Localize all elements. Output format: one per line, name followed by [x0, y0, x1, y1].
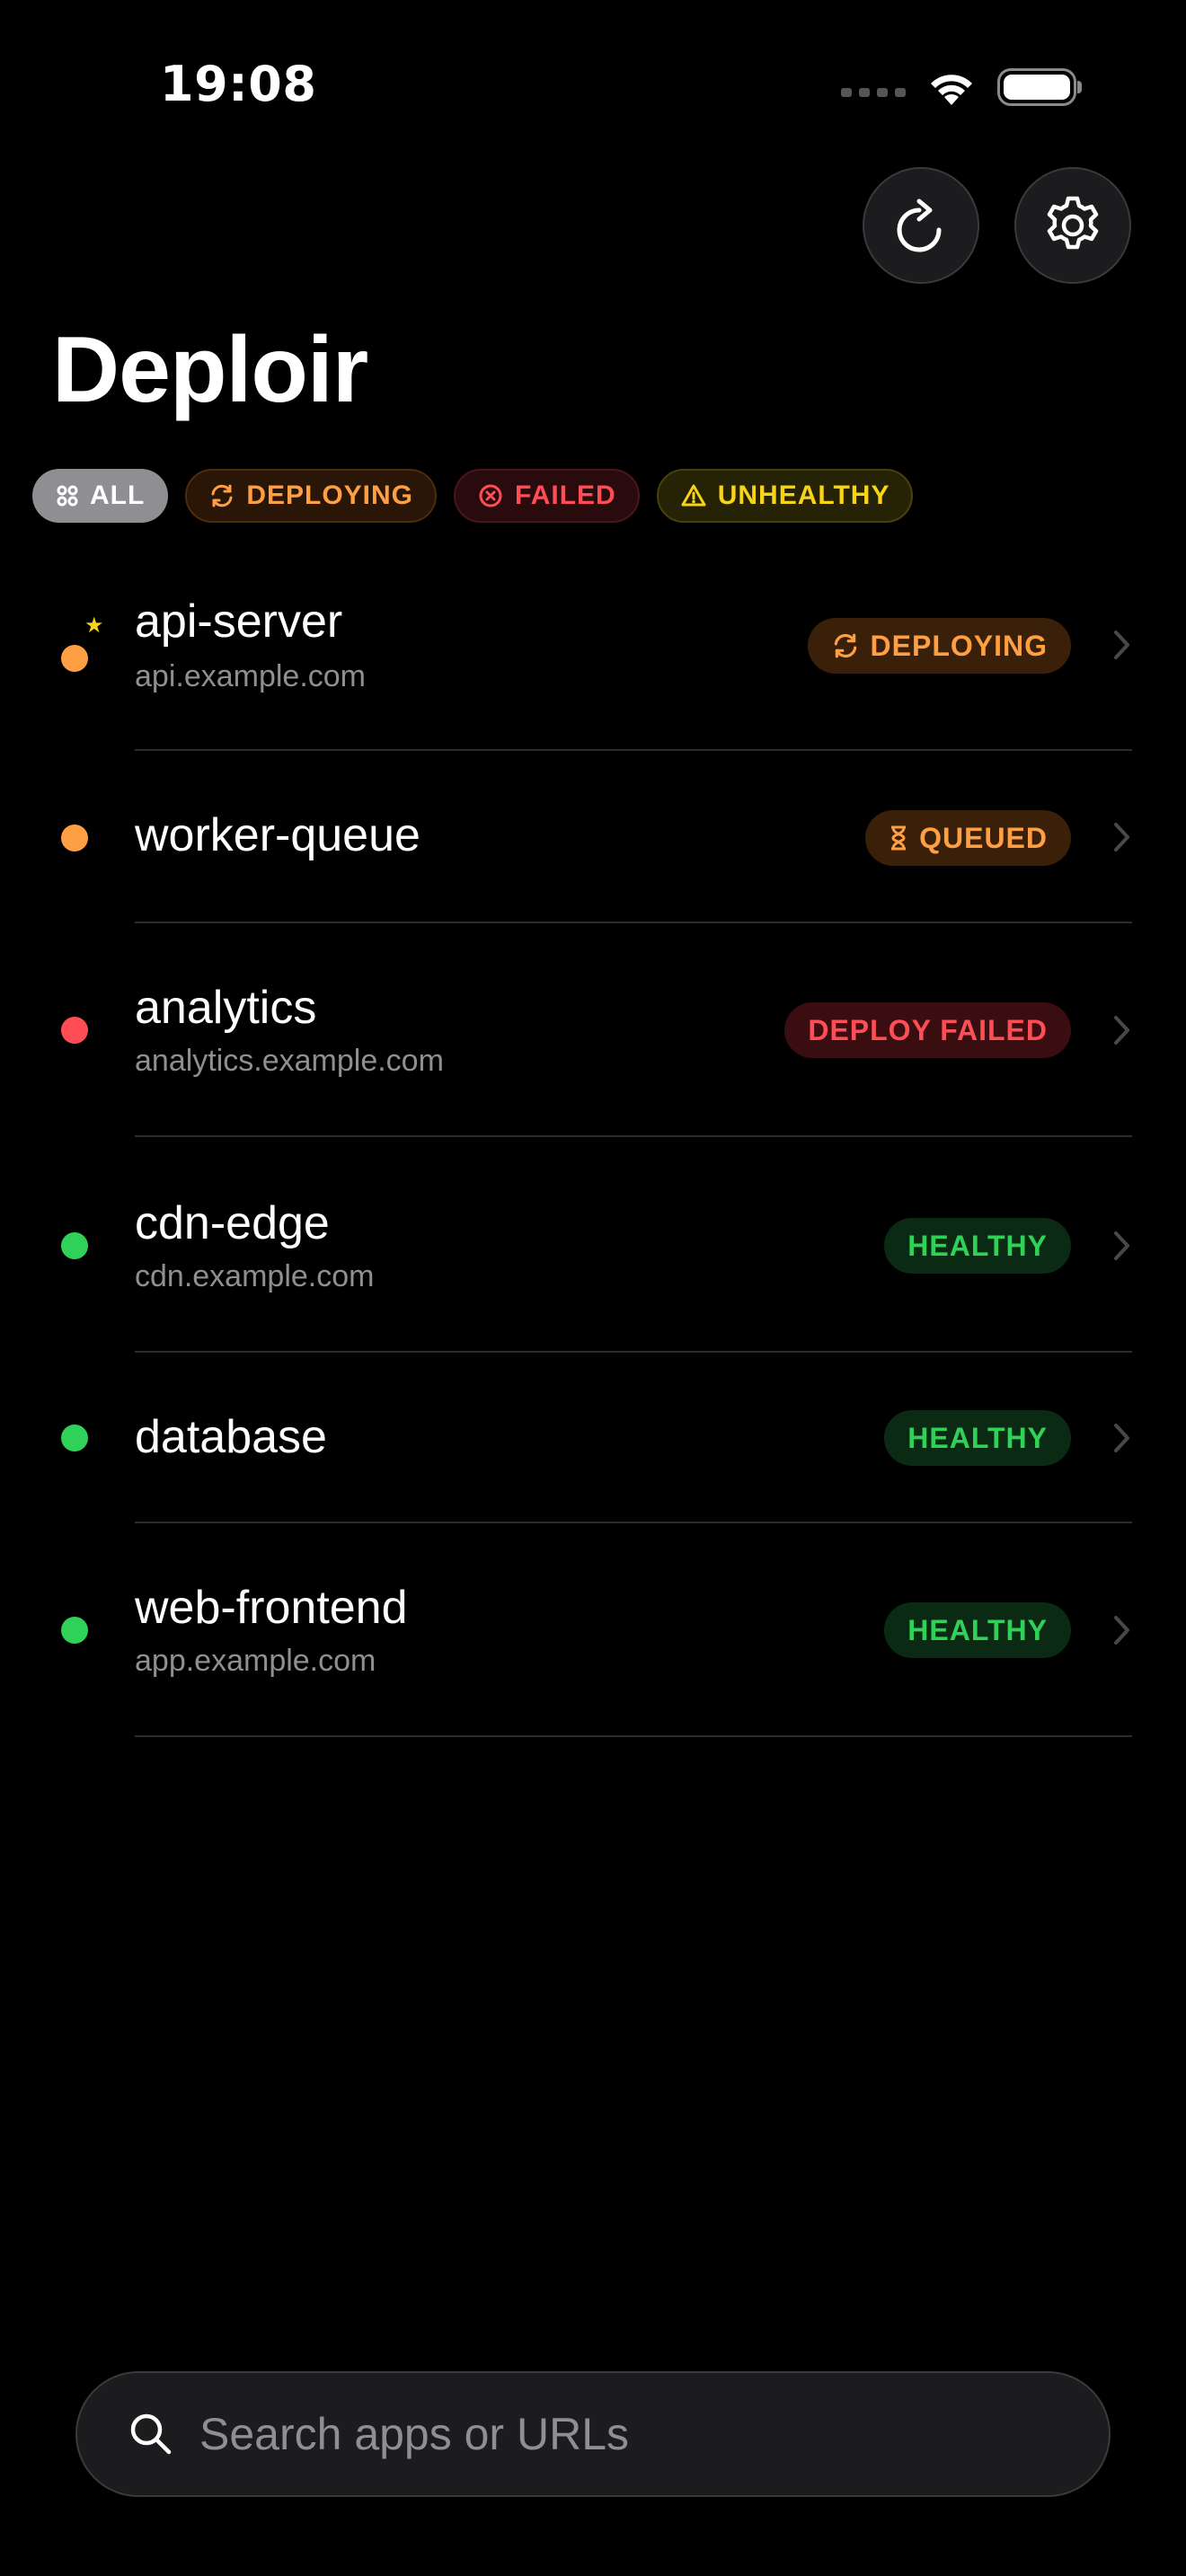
app-url: app.example.com [135, 1644, 376, 1678]
status-badge-label: HEALTHY [907, 1421, 1048, 1454]
app-row-web-frontend[interactable]: web-frontend app.example.com HEALTHY [0, 1523, 1186, 1739]
app-row-api-server[interactable]: ★ api-server api.example.com DEPLOYING [0, 539, 1186, 751]
star-icon: ★ [84, 613, 104, 638]
filter-chip-label: UNHEALTHY [717, 481, 890, 510]
filter-chip-label: DEPLOYING [246, 481, 414, 510]
battery-icon [997, 68, 1082, 106]
app-url: analytics.example.com [135, 1044, 444, 1078]
status-dot [61, 825, 88, 851]
app-row-analytics[interactable]: analytics analytics.example.com DEPLOY F… [0, 923, 1186, 1137]
grid-icon [57, 485, 78, 507]
status-icons [841, 65, 1082, 110]
gear-icon [1047, 196, 1099, 250]
refresh-icon [897, 198, 942, 252]
app-name: cdn-edge [135, 1197, 330, 1249]
filter-chip-label: ALL [90, 481, 146, 510]
hourglass-icon [891, 825, 907, 851]
warning-icon [681, 484, 706, 507]
page-title: Deploir [52, 318, 368, 422]
chevron-right-icon [1114, 1016, 1129, 1045]
status-dot [61, 1017, 88, 1044]
status-badge: DEPLOY FAILED [784, 1002, 1071, 1058]
chevron-right-icon [1114, 1424, 1129, 1452]
status-badge-label: QUEUED [919, 821, 1048, 854]
status-badge-label: DEPLOYING [870, 629, 1048, 662]
filter-bar: ALL DEPLOYING FAILED UNHEALTHY [32, 469, 914, 523]
status-time: 19:08 [160, 56, 317, 112]
filter-chip-deploying[interactable]: DEPLOYING [185, 469, 438, 523]
app-row-database[interactable]: database HEALTHY [0, 1353, 1186, 1523]
app-name: worker-queue [135, 809, 420, 861]
app-row-cdn-edge[interactable]: cdn-edge cdn.example.com HEALTHY [0, 1137, 1186, 1353]
search-bar[interactable] [75, 2371, 1111, 2497]
search-icon [130, 2413, 172, 2455]
cellular-signal-icon [841, 88, 906, 97]
sync-icon [211, 484, 233, 507]
search-input[interactable] [199, 2408, 1008, 2460]
row-divider [135, 1735, 1132, 1737]
status-dot [61, 1232, 88, 1259]
refresh-button[interactable] [863, 167, 979, 284]
app-name: database [135, 1411, 327, 1463]
status-badge: DEPLOYING [807, 618, 1071, 674]
status-badge-label: HEALTHY [907, 1613, 1048, 1646]
app-url: api.example.com [135, 659, 367, 693]
app-name: web-frontend [135, 1582, 408, 1634]
status-dot [61, 1617, 88, 1644]
chevron-right-icon [1114, 1231, 1129, 1260]
chevron-right-icon [1114, 823, 1129, 851]
filter-chip-all[interactable]: ALL [32, 469, 169, 523]
chevron-right-icon [1114, 631, 1129, 659]
status-badge-label: DEPLOY FAILED [808, 1013, 1048, 1046]
filter-chip-failed[interactable]: FAILED [454, 469, 640, 523]
wifi-icon [931, 75, 972, 105]
status-badge: HEALTHY [884, 1410, 1071, 1466]
filter-chip-label: FAILED [515, 481, 616, 510]
status-badge: HEALTHY [884, 1218, 1071, 1274]
app-url: cdn.example.com [135, 1259, 375, 1293]
chevron-right-icon [1114, 1616, 1129, 1645]
app-name: analytics [135, 982, 317, 1034]
sync-icon [834, 633, 856, 658]
status-badge-label: HEALTHY [907, 1229, 1048, 1262]
settings-button[interactable] [1014, 167, 1131, 284]
status-dot [61, 1425, 88, 1451]
filter-chip-unhealthy[interactable]: UNHEALTHY [656, 469, 914, 523]
app-name: api-server [135, 595, 343, 648]
x-circle-icon [479, 484, 502, 507]
status-badge: HEALTHY [884, 1602, 1071, 1658]
app-row-worker-queue[interactable]: worker-queue QUEUED [0, 751, 1186, 923]
status-dot [61, 645, 88, 672]
status-badge: QUEUED [865, 810, 1071, 866]
